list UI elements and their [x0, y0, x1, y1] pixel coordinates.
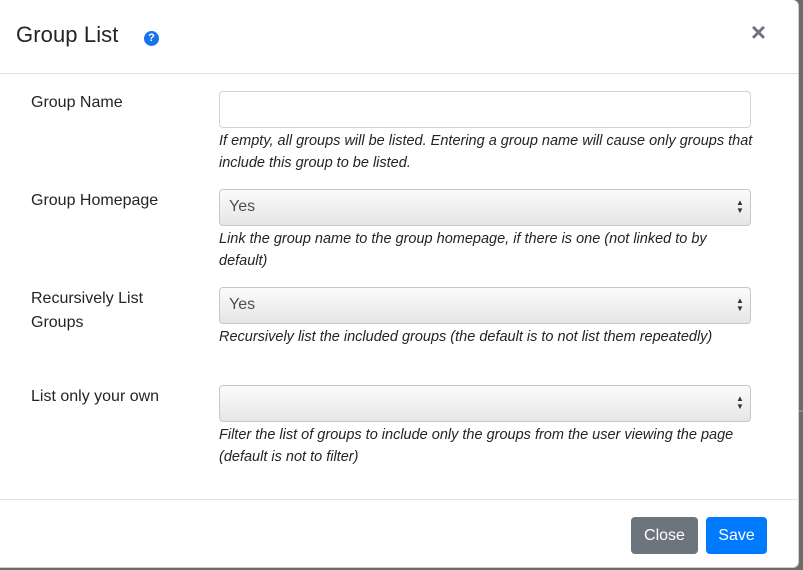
group-name-label: Group Name	[31, 94, 123, 111]
group-homepage-value: Yes	[229, 198, 256, 215]
close-icon[interactable]: ×	[751, 19, 766, 45]
group-homepage-help: Link the group name to the group homepag…	[219, 231, 707, 269]
group-name-input[interactable]	[219, 91, 751, 128]
select-arrows-icon: ▲ ▼	[736, 198, 744, 215]
group-list-dialog: Group List ? × Group Name If empty, all …	[0, 0, 799, 568]
dialog-title: Group List	[16, 22, 119, 47]
background-divider	[799, 410, 803, 412]
select-arrows-icon: ▲ ▼	[736, 394, 744, 411]
recursive-list-value: Yes	[229, 296, 256, 313]
save-button[interactable]: Save	[706, 517, 767, 554]
own-only-label: List only your own	[31, 388, 160, 405]
own-only-help: Filter the list of groups to include onl…	[219, 427, 734, 465]
close-button[interactable]: Close	[631, 517, 698, 554]
group-homepage-label: Group Homepage	[31, 192, 159, 209]
recursive-list-help: Recursively list the included groups (th…	[219, 329, 713, 345]
select-arrows-icon: ▲ ▼	[736, 296, 744, 313]
recursive-list-label: Recursively List Groups	[31, 290, 144, 331]
dialog-footer: Close Save	[0, 499, 799, 568]
recursive-list-select[interactable]: Yes ▲ ▼	[219, 287, 751, 324]
question-circle-icon[interactable]: ?	[144, 31, 159, 46]
own-only-select[interactable]: ▲ ▼	[219, 385, 751, 422]
dialog-header: Group List ? ×	[0, 0, 798, 74]
group-homepage-select[interactable]: Yes ▲ ▼	[219, 189, 751, 226]
group-name-help: If empty, all groups will be listed. Ent…	[219, 133, 753, 171]
